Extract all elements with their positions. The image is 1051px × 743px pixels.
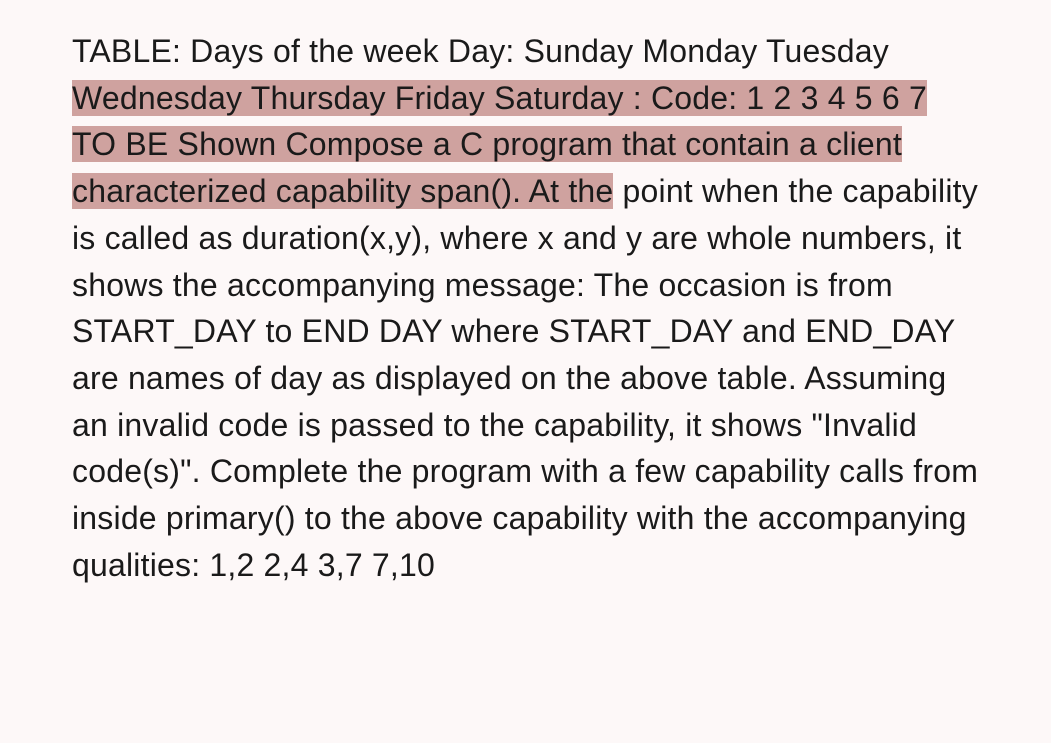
text-after-highlight: point when the capability is called as d… [72, 173, 978, 583]
text-before-highlight: TABLE: Days of the week Day: Sunday Mond… [72, 33, 889, 69]
question-text: TABLE: Days of the week Day: Sunday Mond… [72, 28, 979, 589]
